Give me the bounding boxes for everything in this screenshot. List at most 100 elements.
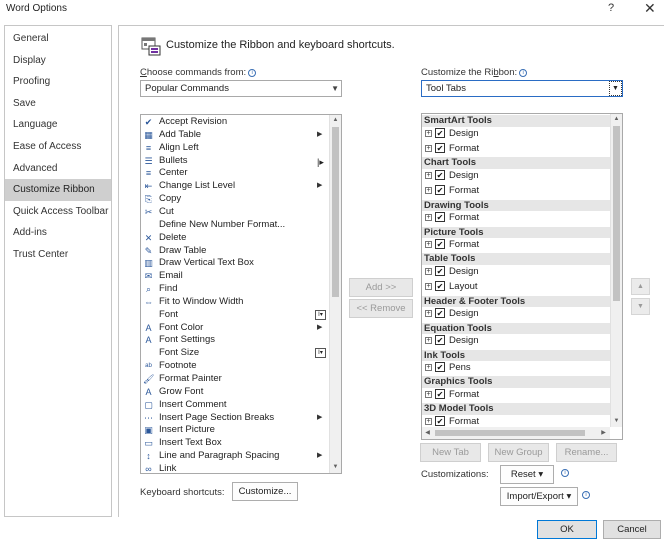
tree-group-header[interactable]: Header & Footer Tools <box>422 295 610 308</box>
tree-tab-item[interactable]: + ✔ Design <box>422 334 610 348</box>
command-item[interactable]: ✉ Email <box>141 270 327 283</box>
command-item[interactable]: A Font Color ▶ <box>141 322 327 335</box>
tree-tab-item[interactable]: + ✔ Design <box>422 265 610 279</box>
command-item[interactable]: A Font Settings <box>141 334 327 347</box>
new-tab-button[interactable]: New Tab <box>420 443 481 462</box>
ribbon-tree-scrollbar[interactable]: ▲ ▼ <box>610 114 622 427</box>
sidebar-item-display[interactable]: Display <box>5 50 111 72</box>
scroll-up-icon[interactable]: ▲ <box>330 115 341 126</box>
tree-group-header[interactable]: Ink Tools <box>422 349 610 361</box>
command-item[interactable]: A Grow Font <box>141 386 327 399</box>
tree-group-header[interactable]: Chart Tools <box>422 157 610 169</box>
close-button[interactable]: ✕ <box>644 0 656 17</box>
scroll-up-icon[interactable]: ▲ <box>611 114 622 125</box>
expand-icon[interactable]: + <box>425 283 432 291</box>
tree-tab-item[interactable]: + ✔ Design <box>422 307 610 321</box>
choose-commands-combo[interactable]: Popular Commands ▼ <box>140 80 342 97</box>
command-item[interactable]: ∞ Link <box>141 463 327 473</box>
scroll-left-icon[interactable]: ◀ <box>422 427 433 439</box>
scroll-right-icon[interactable]: ▶ <box>598 427 609 439</box>
tab-checkbox[interactable]: ✔ <box>435 308 445 319</box>
command-item[interactable]: ⌕ Find <box>141 283 327 296</box>
tree-group-header[interactable]: SmartArt Tools <box>422 115 610 127</box>
customize-ribbon-combo[interactable]: Tool Tabs ▼ <box>421 80 623 97</box>
sidebar-item-add-ins[interactable]: Add-ins <box>5 222 111 244</box>
command-item[interactable]: ≡ Align Left <box>141 142 327 155</box>
tab-checkbox[interactable]: ✔ <box>435 362 445 372</box>
tree-group-header[interactable]: 3D Model Tools <box>422 403 610 415</box>
commands-list[interactable]: ✔ Accept Revision ▦ Add Table ▶ ≡ Align Left ☰ B… <box>140 114 342 474</box>
tab-checkbox[interactable]: ✔ <box>435 335 445 346</box>
reset-button[interactable]: Reset ▾ <box>500 465 554 484</box>
command-item[interactable]: ↕ Line and Paragraph Spacing ▶ <box>141 450 327 463</box>
command-item[interactable]: ▢ Insert Comment <box>141 399 327 412</box>
tree-group-header[interactable]: Drawing Tools <box>422 199 610 212</box>
sidebar-item-proofing[interactable]: Proofing <box>5 71 111 93</box>
tree-group-header[interactable]: Picture Tools <box>422 226 610 238</box>
command-item[interactable]: Font Size I▾ <box>141 347 327 360</box>
tree-group-header[interactable]: Table Tools <box>422 253 610 265</box>
tree-tab-item[interactable]: + ✔ Format <box>422 142 610 156</box>
tab-checkbox[interactable]: ✔ <box>435 142 445 153</box>
command-item[interactable]: ✂ Cut <box>141 206 327 219</box>
add-button[interactable]: Add >> <box>349 278 413 297</box>
new-group-button[interactable]: New Group <box>488 443 549 462</box>
tree-tab-item[interactable]: + ✔ Design <box>422 169 610 183</box>
ok-button[interactable]: OK <box>537 520 597 539</box>
command-item[interactable]: Define New Number Format... <box>141 219 327 232</box>
command-item[interactable]: ≡ Center <box>141 167 327 180</box>
scroll-down-icon[interactable]: ▼ <box>330 462 341 473</box>
move-down-button[interactable]: ▼ <box>631 298 650 315</box>
sidebar-item-language[interactable]: Language <box>5 114 111 136</box>
expand-icon[interactable]: + <box>425 390 432 398</box>
sidebar-item-quick-access-toolbar[interactable]: Quick Access Toolbar <box>5 201 111 223</box>
rename-button[interactable]: Rename... <box>556 443 617 462</box>
expand-icon[interactable]: + <box>425 214 432 222</box>
tree-group-header[interactable]: Graphics Tools <box>422 376 610 388</box>
command-item[interactable]: ☰ Bullets |▸ <box>141 155 327 168</box>
command-item[interactable]: ✎ Draw Table <box>141 245 327 258</box>
sidebar-item-general[interactable]: General <box>5 28 111 50</box>
cancel-button[interactable]: Cancel <box>603 520 661 539</box>
tree-tab-item[interactable]: + ✔ Format <box>422 388 610 402</box>
expand-icon[interactable]: + <box>425 337 432 345</box>
sidebar-item-save[interactable]: Save <box>5 93 111 115</box>
tree-group-header[interactable]: Equation Tools <box>422 322 610 335</box>
expand-icon[interactable]: + <box>425 187 432 195</box>
scroll-thumb[interactable] <box>435 430 585 436</box>
tree-tab-item[interactable]: + ✔ Format <box>422 184 610 198</box>
tree-tab-item[interactable]: + ✔ Format <box>422 238 610 252</box>
tree-tab-item[interactable]: + ✔ Pens <box>422 361 610 375</box>
command-item[interactable]: ⋯ Insert Page Section Breaks ▶ <box>141 412 327 425</box>
sidebar-item-trust-center[interactable]: Trust Center <box>5 244 111 266</box>
command-item[interactable]: ⇔ Fit to Window Width <box>141 296 327 309</box>
command-item[interactable]: ▣ Insert Picture <box>141 424 327 437</box>
command-item[interactable]: ✕ Delete <box>141 232 327 245</box>
tab-checkbox[interactable]: ✔ <box>435 281 445 292</box>
ribbon-tree[interactable]: SmartArt Tools + ✔ Design + ✔ Format Chart Tool… <box>421 113 623 440</box>
tab-checkbox[interactable]: ✔ <box>435 169 445 180</box>
tab-checkbox[interactable]: ✔ <box>435 185 445 196</box>
commands-scrollbar[interactable]: ▲ ▼ <box>329 115 341 473</box>
expand-icon[interactable]: + <box>425 310 432 318</box>
command-item[interactable]: ⎘ Copy <box>141 193 327 206</box>
tab-checkbox[interactable]: ✔ <box>435 212 445 223</box>
sidebar-item-ease-of-access[interactable]: Ease of Access <box>5 136 111 158</box>
sidebar-item-advanced[interactable]: Advanced <box>5 158 111 180</box>
expand-icon[interactable]: + <box>425 241 432 248</box>
command-item[interactable]: ✔ Accept Revision <box>141 116 327 129</box>
tree-tab-item[interactable]: + ✔ Format <box>422 211 610 225</box>
command-item[interactable]: ▥ Draw Vertical Text Box <box>141 257 327 270</box>
command-item[interactable]: ▭ Insert Text Box <box>141 437 327 450</box>
tree-tab-item[interactable]: + ✔ Design <box>422 127 610 141</box>
import-export-button[interactable]: Import/Export ▾ <box>500 487 578 506</box>
expand-icon[interactable]: + <box>425 267 432 275</box>
command-item[interactable]: ⇤ Change List Level ▶ <box>141 180 327 193</box>
command-item[interactable]: ▦ Add Table ▶ <box>141 129 327 142</box>
scroll-down-icon[interactable]: ▼ <box>611 416 622 427</box>
tab-checkbox[interactable]: ✔ <box>435 415 445 426</box>
move-up-button[interactable]: ▲ <box>631 278 650 295</box>
tab-checkbox[interactable]: ✔ <box>435 388 445 399</box>
tab-checkbox[interactable]: ✔ <box>435 265 445 276</box>
expand-icon[interactable]: + <box>425 364 432 371</box>
